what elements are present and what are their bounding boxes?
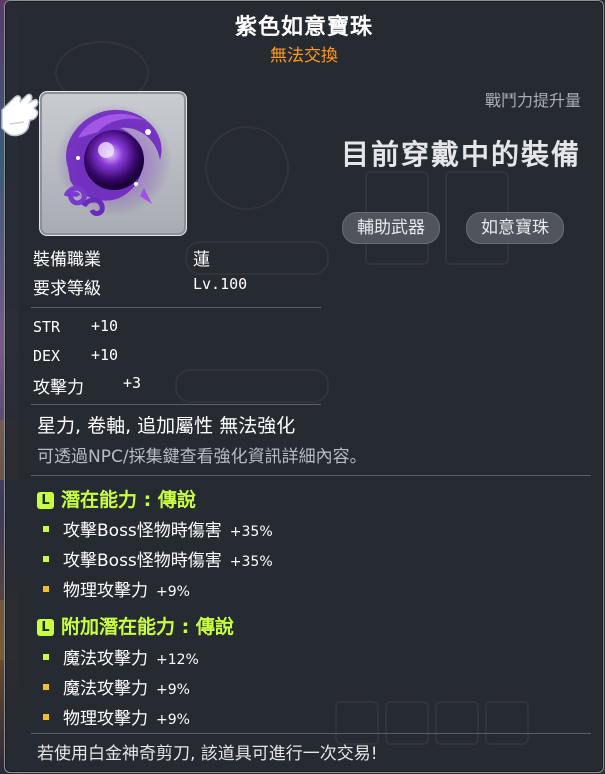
divider — [31, 307, 321, 308]
legendary-bullet-icon — [43, 556, 49, 562]
stat-row: DEX +10 — [33, 346, 118, 366]
potential-line: 物理攻擊力 +9% — [43, 576, 190, 601]
background-ghost — [435, 701, 479, 745]
potential-value: +9% — [156, 682, 190, 698]
potential-line: 攻擊Boss怪物時傷害 +35% — [43, 516, 273, 541]
potential-value: +35% — [229, 524, 273, 540]
background-ghost — [205, 126, 289, 210]
bonus-potential-header: L 附加潛在能力 : 傳說 — [37, 612, 234, 639]
stat-label: STR — [33, 318, 61, 336]
divider — [31, 733, 591, 734]
stat-value: +10 — [91, 317, 119, 335]
legendary-grade-icon: L — [37, 619, 54, 636]
unique-bullet-icon — [43, 684, 49, 690]
stat-row: 攻擊力 +3 — [33, 373, 141, 398]
enhance-note: 星力, 卷軸, 追加屬性 無法強化 — [37, 415, 296, 437]
item-icon-frame — [39, 91, 187, 236]
item-tooltip: 紫色如意寶珠 無法交換 戰鬥力提升量 目前穿戴中的裝備 輔助武器 如意寶珠 裝備… — [4, 0, 604, 773]
stat-value: +10 — [91, 346, 119, 364]
requirement-row: 裝備職業 蓮 — [33, 245, 210, 270]
potential-label: 攻擊Boss怪物時傷害 — [63, 521, 222, 541]
stat-row: STR +10 — [33, 317, 118, 337]
bonus-potential-line: 魔法攻擊力 +9% — [43, 674, 190, 699]
bonus-potential-line: 魔法攻擊力 +12% — [43, 644, 199, 669]
stat-label: 攻擊力 — [33, 378, 84, 398]
tag-item-type: 如意寶珠 — [466, 212, 564, 244]
potential-label: 物理攻擊力 — [63, 709, 148, 729]
stat-value: +3 — [123, 374, 142, 392]
divider — [31, 404, 321, 405]
potential-header: L 潛在能力 : 傳說 — [37, 485, 196, 512]
equipped-item-label: 目前穿戴中的裝備 — [340, 138, 581, 171]
legendary-bullet-icon — [43, 654, 49, 660]
item-name: 紫色如意寶珠 — [234, 15, 373, 40]
bonus-potential-line: 物理攻擊力 +9% — [43, 704, 190, 729]
requirement-label: 裝備職業 — [33, 250, 101, 270]
background-ghost — [385, 701, 429, 745]
potential-line: 攻擊Boss怪物時傷害 +35% — [43, 546, 273, 571]
stat-label: DEX — [33, 347, 61, 365]
legendary-grade-icon: L — [37, 492, 54, 509]
requirement-row: 要求等級 Lv.100 — [33, 274, 247, 299]
combat-power-label: 戰鬥力提升量 — [484, 91, 581, 110]
potential-value: +9% — [156, 712, 190, 728]
potential-value: +9% — [156, 584, 190, 600]
requirement-value: 蓮 — [193, 250, 210, 270]
tag-secondary-weapon: 輔助武器 — [342, 212, 440, 244]
footer-note: 若使用白金神奇剪刀, 該道具可進行一次交易! — [37, 744, 378, 764]
unique-bullet-icon — [43, 586, 49, 592]
potential-label: 攻擊Boss怪物時傷害 — [63, 551, 222, 571]
potential-label: 魔法攻擊力 — [63, 649, 148, 669]
glove-cursor-icon — [1, 93, 39, 137]
purple-orb-icon — [56, 104, 172, 216]
info-note: 可透過NPC/採集鍵查看強化資訊詳細內容。 — [37, 447, 367, 467]
bonus-potential-header-label: 附加潛在能力 : 傳說 — [61, 616, 234, 638]
divider — [31, 475, 591, 476]
unique-bullet-icon — [43, 714, 49, 720]
background-ghost — [175, 369, 329, 403]
background-ghost — [485, 701, 529, 745]
legendary-bullet-icon — [43, 526, 49, 532]
requirement-label: 要求等級 — [33, 279, 101, 299]
requirement-value: Lv.100 — [193, 275, 248, 293]
potential-value: +35% — [229, 554, 273, 570]
trade-status: 無法交換 — [270, 46, 338, 66]
potential-header-label: 潛在能力 : 傳說 — [61, 489, 196, 511]
potential-label: 魔法攻擊力 — [63, 679, 148, 699]
potential-value: +12% — [156, 652, 199, 668]
potential-label: 物理攻擊力 — [63, 581, 148, 601]
